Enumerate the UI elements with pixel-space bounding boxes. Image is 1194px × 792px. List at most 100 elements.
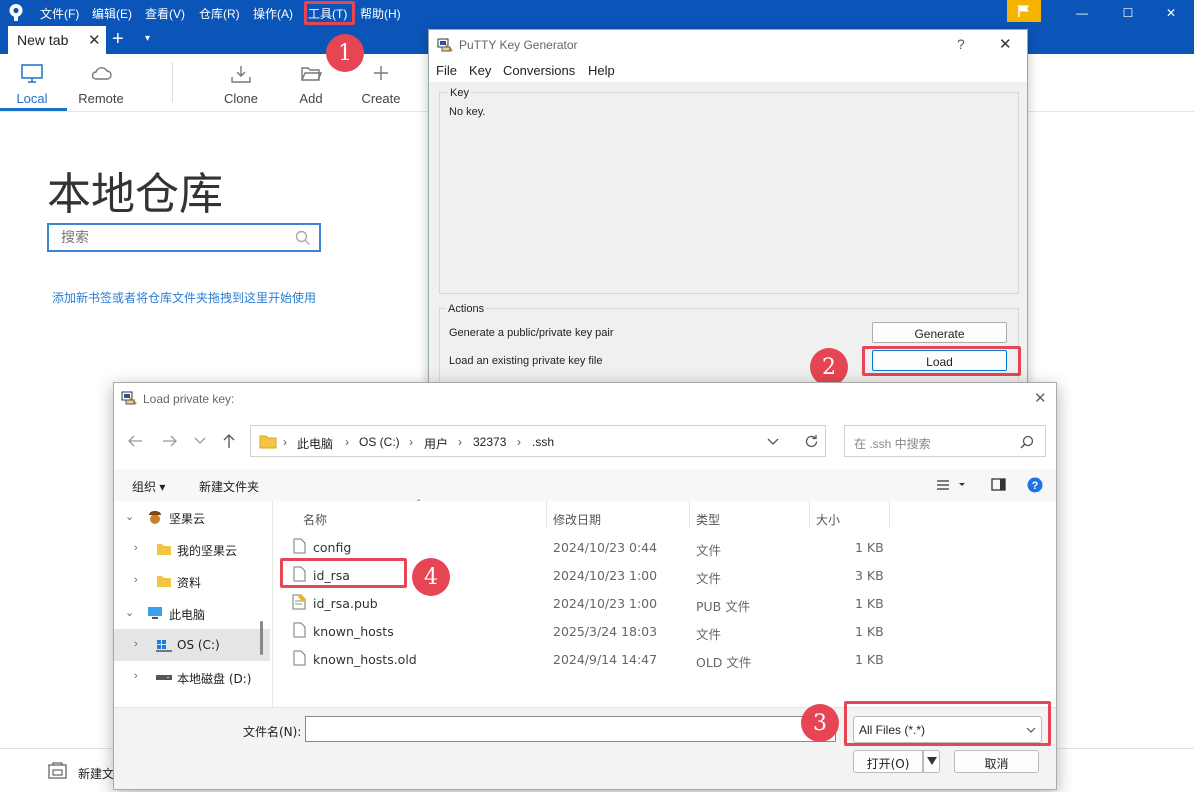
column-divider[interactable] bbox=[689, 501, 690, 529]
putty-app-icon bbox=[437, 38, 453, 52]
menu-view[interactable]: 查看(V) bbox=[145, 5, 185, 22]
address-bar[interactable]: › 此电脑 › OS (C:) › 用户 › 32373 › .ssh bbox=[250, 425, 826, 457]
back-arrow-icon[interactable] bbox=[127, 434, 143, 448]
search-input[interactable] bbox=[61, 225, 291, 250]
breadcrumb-ssh[interactable]: .ssh bbox=[532, 435, 554, 449]
maximize-button[interactable]: ☐ bbox=[1105, 0, 1151, 26]
breadcrumb-os-c[interactable]: OS (C:) bbox=[359, 435, 400, 449]
preview-pane-icon[interactable] bbox=[991, 478, 1006, 491]
column-divider[interactable] bbox=[809, 501, 810, 529]
minimize-button[interactable]: — bbox=[1059, 0, 1105, 26]
putty-menu-conversions[interactable]: Conversions bbox=[503, 63, 575, 78]
new-folder-label[interactable]: 新建文 bbox=[78, 765, 114, 782]
app-logo-icon bbox=[8, 3, 24, 22]
filename-input[interactable] bbox=[305, 716, 836, 742]
menu-help[interactable]: 帮助(H) bbox=[360, 5, 401, 22]
hard-drive-icon bbox=[156, 675, 172, 680]
search-icon[interactable] bbox=[295, 230, 311, 246]
view-options-icon[interactable] bbox=[937, 479, 965, 491]
load-description: Load an existing private key file bbox=[449, 355, 603, 367]
breadcrumb-user-folder[interactable]: 32373 bbox=[473, 435, 506, 449]
search-box[interactable] bbox=[47, 223, 321, 252]
menu-actions[interactable]: 操作(A) bbox=[253, 5, 293, 22]
dialog-title: Load private key: bbox=[143, 392, 235, 406]
generate-button[interactable]: Generate bbox=[872, 322, 1007, 343]
file-row-known-hosts-old[interactable]: known_hosts.old 2024/9/14 14:47 OLD 文件 1… bbox=[273, 645, 1057, 673]
cloud-icon bbox=[91, 67, 112, 80]
breadcrumb-users[interactable]: 用户 bbox=[424, 435, 448, 452]
flag-icon[interactable] bbox=[1007, 0, 1041, 22]
file-list: ˆ 名称 修改日期 类型 大小 config 2024/10/23 0:44 文… bbox=[272, 499, 1057, 707]
column-divider[interactable] bbox=[889, 501, 890, 529]
nav-item-my-jianguoyun[interactable]: › 我的坚果云 bbox=[114, 533, 270, 565]
column-header-name[interactable]: 名称 bbox=[303, 511, 327, 528]
dialog-close-button[interactable]: ✕ bbox=[1034, 389, 1047, 407]
nav-item-os-c[interactable]: › OS (C:) bbox=[114, 629, 270, 661]
nav-label: 资料 bbox=[177, 576, 202, 590]
collapsed-chevron-icon[interactable]: › bbox=[134, 574, 138, 586]
expanded-chevron-icon[interactable]: ⌄ bbox=[125, 606, 134, 619]
drag-hint-link[interactable]: 添加新书签或者将仓库文件夹拖拽到这里开始使用 bbox=[52, 289, 316, 306]
open-dropdown-button[interactable] bbox=[923, 750, 940, 773]
putty-menu-file[interactable]: File bbox=[436, 63, 457, 78]
file-row-known-hosts[interactable]: known_hosts 2025/3/24 18:03 文件 1 KB bbox=[273, 617, 1057, 645]
up-arrow-icon[interactable] bbox=[222, 433, 236, 449]
breadcrumb-sep-icon: › bbox=[517, 435, 521, 449]
breadcrumb-sep-icon: › bbox=[345, 435, 349, 449]
clone-label: Clone bbox=[224, 91, 258, 106]
putty-menu-help[interactable]: Help bbox=[588, 63, 615, 78]
cancel-button[interactable]: 取消 bbox=[954, 750, 1039, 773]
breadcrumb-this-pc[interactable]: 此电脑 bbox=[297, 435, 333, 452]
open-button[interactable]: 打开(O) bbox=[853, 750, 923, 773]
putty-title-bar: PuTTY Key Generator ? ✕ bbox=[429, 30, 1027, 60]
putty-close-button[interactable]: ✕ bbox=[999, 35, 1012, 53]
nav-scrollbar[interactable] bbox=[260, 621, 263, 655]
putty-key-generator-window: PuTTY Key Generator ? ✕ File Key Convers… bbox=[428, 29, 1028, 386]
new-folder-icon[interactable] bbox=[48, 762, 68, 780]
file-row-config[interactable]: config 2024/10/23 0:44 文件 1 KB bbox=[273, 533, 1057, 561]
collapsed-chevron-icon[interactable]: › bbox=[134, 542, 138, 554]
clone-button[interactable]: Clone bbox=[206, 60, 276, 110]
collapsed-chevron-icon[interactable]: › bbox=[134, 670, 138, 682]
sort-up-chevron-icon: ˆ bbox=[417, 499, 421, 510]
tab-menu-chevron-icon[interactable]: ▾ bbox=[145, 33, 150, 44]
search-icon[interactable] bbox=[1020, 435, 1034, 449]
recent-chevron-icon[interactable] bbox=[194, 437, 206, 445]
putty-help-button[interactable]: ? bbox=[957, 36, 965, 52]
remote-button[interactable]: Remote bbox=[66, 60, 136, 110]
help-icon[interactable]: ? bbox=[1027, 477, 1043, 493]
file-icon bbox=[293, 538, 306, 554]
close-button[interactable]: ✕ bbox=[1148, 0, 1194, 26]
file-type: 文件 bbox=[696, 543, 722, 558]
local-button[interactable]: Local bbox=[0, 60, 67, 110]
column-header-type[interactable]: 类型 bbox=[696, 511, 720, 528]
collapsed-chevron-icon[interactable]: › bbox=[134, 638, 138, 650]
folder-search-box[interactable]: 在 .ssh 中搜索 bbox=[844, 425, 1046, 457]
menu-repository[interactable]: 仓库(R) bbox=[199, 5, 240, 22]
menu-file[interactable]: 文件(F) bbox=[40, 5, 79, 22]
address-dropdown-chevron-icon[interactable] bbox=[767, 438, 779, 446]
organize-menu[interactable]: 组织 ▾ bbox=[132, 478, 165, 495]
column-header-size[interactable]: 大小 bbox=[816, 511, 840, 528]
nav-item-jianguoyun[interactable]: ⌄ 坚果云 bbox=[114, 501, 270, 533]
navigation-pane: ⌄ 坚果云 › 我的坚果云 › 资料 ⌄ 此电脑 › OS (C:) › 本地磁… bbox=[114, 501, 270, 707]
close-tab-icon[interactable]: ✕ bbox=[88, 31, 101, 49]
expanded-chevron-icon[interactable]: ⌄ bbox=[125, 510, 134, 523]
menu-edit[interactable]: 编辑(E) bbox=[92, 5, 132, 22]
nav-item-materials[interactable]: › 资料 bbox=[114, 565, 270, 597]
forward-arrow-icon[interactable] bbox=[162, 434, 178, 448]
highlight-tools-menu bbox=[304, 1, 355, 25]
nav-item-this-pc[interactable]: ⌄ 此电脑 bbox=[114, 597, 270, 629]
nav-item-local-disk-d[interactable]: › 本地磁盘 (D:) bbox=[114, 661, 270, 693]
file-type: 文件 bbox=[696, 627, 722, 642]
column-header-modified[interactable]: 修改日期 bbox=[553, 511, 601, 528]
file-row-id-rsa-pub[interactable]: id_rsa.pub 2024/10/23 1:00 PUB 文件 1 KB bbox=[273, 589, 1057, 617]
actions-group-label: Actions bbox=[446, 303, 487, 315]
local-label: Local bbox=[16, 91, 48, 106]
add-tab-button[interactable]: + bbox=[112, 28, 124, 51]
putty-menu-key[interactable]: Key bbox=[469, 63, 491, 78]
folder-search-placeholder: 在 .ssh 中搜索 bbox=[854, 437, 931, 451]
refresh-icon[interactable] bbox=[804, 434, 819, 449]
new-folder-button[interactable]: 新建文件夹 bbox=[199, 478, 259, 495]
column-divider[interactable] bbox=[546, 501, 547, 529]
